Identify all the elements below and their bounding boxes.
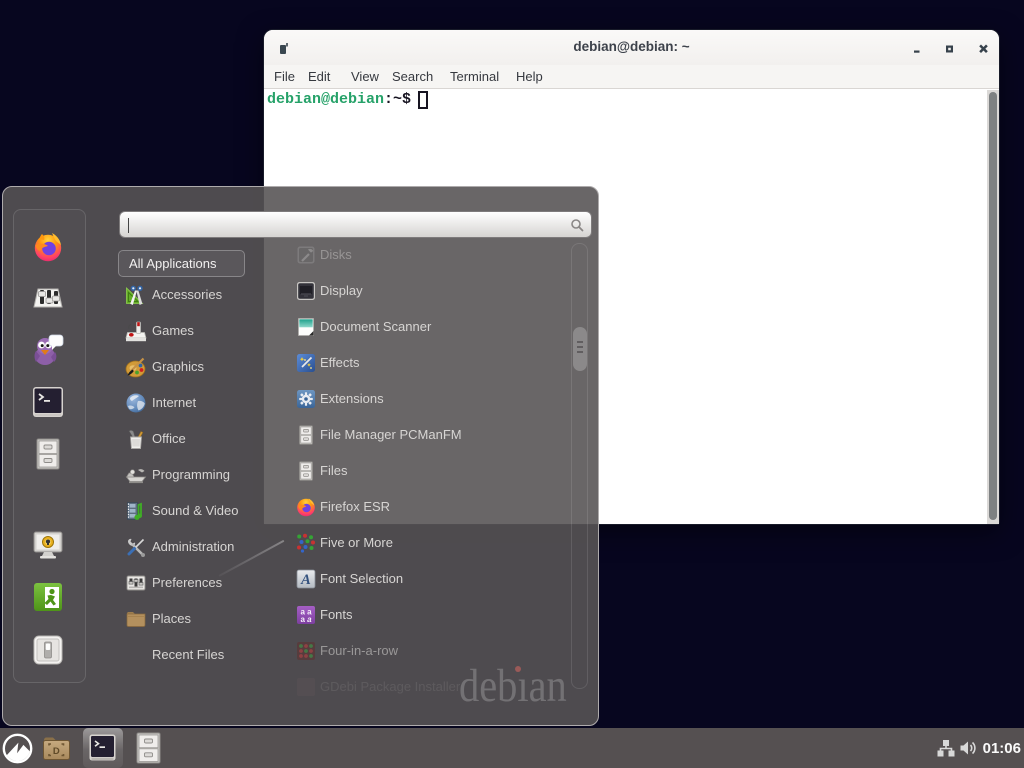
svg-text:a a: a a <box>300 615 312 624</box>
svg-text:A: A <box>300 572 311 588</box>
svg-text:D: D <box>53 746 60 757</box>
